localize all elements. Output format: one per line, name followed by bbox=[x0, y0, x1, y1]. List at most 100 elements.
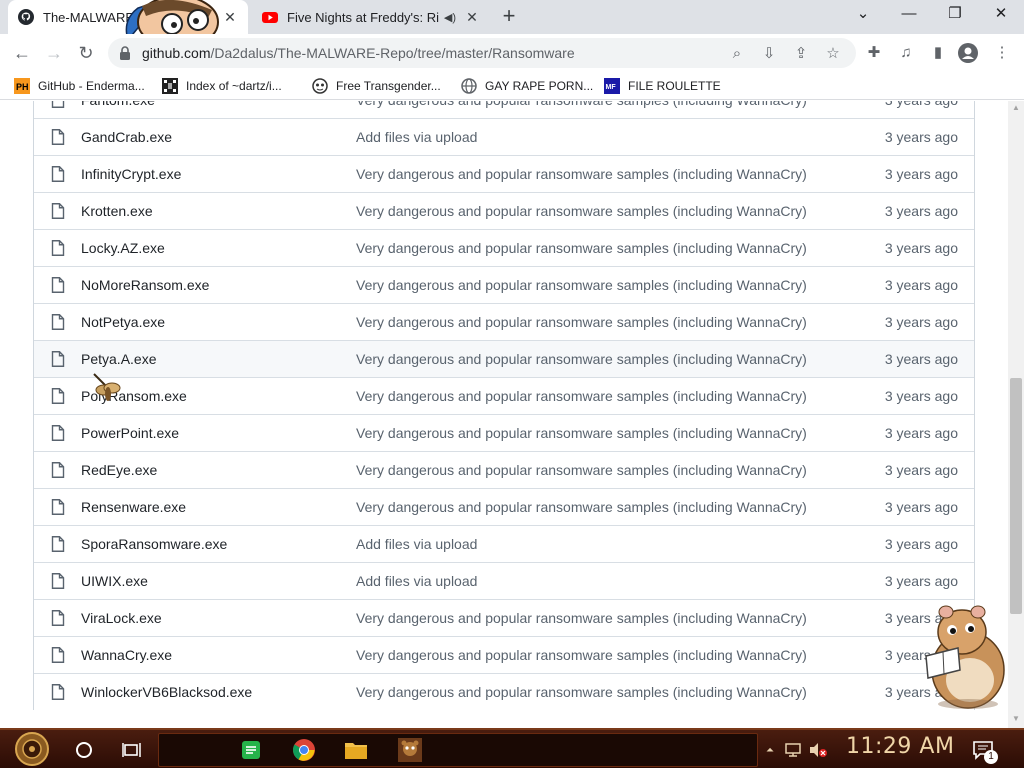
taskbar-clock[interactable]: 11:29 AM bbox=[846, 734, 954, 759]
scroll-up-arrow-icon[interactable]: ▲ bbox=[1008, 101, 1024, 115]
lock-icon[interactable] bbox=[118, 45, 132, 61]
tab-youtube[interactable]: Five Nights at Freddy's: Ri ◀) ✕ bbox=[252, 0, 490, 34]
tab-search-button[interactable]: ⌄ bbox=[840, 0, 886, 30]
minimize-button[interactable]: — bbox=[886, 0, 932, 30]
bookmark-free-transgender[interactable]: Free Transgender... bbox=[312, 76, 441, 96]
notes-app-icon[interactable] bbox=[238, 734, 264, 766]
url-path: /Da2dalus/The-MALWARE-Repo/tree/master/R… bbox=[210, 45, 575, 61]
file-row[interactable]: PowerPoint.exe Very dangerous and popular… bbox=[34, 414, 974, 451]
file-row[interactable]: Locky.AZ.exe Very dangerous and popular r… bbox=[34, 229, 974, 266]
search-circle-icon[interactable] bbox=[70, 734, 98, 766]
file-name-link[interactable]: WinlockerVB6Blacksod.exe bbox=[81, 684, 252, 700]
file-name-link[interactable]: GandCrab.exe bbox=[81, 129, 172, 145]
file-name-link[interactable]: PowerPoint.exe bbox=[81, 425, 179, 441]
bookmark-file-roulette[interactable]: MF FILE ROULETTE bbox=[604, 76, 721, 96]
file-name-link[interactable]: Fantom.exe bbox=[81, 101, 155, 108]
file-row[interactable]: WinlockerVB6Blacksod.exe Very dangerous a… bbox=[34, 673, 974, 710]
file-name-link[interactable]: Locky.AZ.exe bbox=[81, 240, 165, 256]
commit-message-link[interactable]: Very dangerous and popular ransomware sa… bbox=[356, 203, 807, 219]
menu-kebab-icon[interactable]: ⋮ bbox=[992, 43, 1012, 63]
file-row[interactable]: ViraLock.exe Very dangerous and popular r… bbox=[34, 599, 974, 636]
forward-icon[interactable]: → bbox=[42, 41, 66, 65]
bookmark-github-enderman[interactable]: PH GitHub - Enderma... bbox=[14, 76, 145, 96]
file-name-link[interactable]: UIWIX.exe bbox=[81, 573, 148, 589]
restore-button[interactable]: ❐ bbox=[932, 0, 978, 30]
file-explorer-icon[interactable] bbox=[342, 734, 370, 766]
bookmark-index-of-dartz[interactable]: Index of ~dartz/i... bbox=[162, 76, 282, 96]
commit-age: 3 years ago bbox=[884, 314, 958, 330]
file-row[interactable]: RedEye.exe Very dangerous and popular ran… bbox=[34, 451, 974, 488]
close-tab-icon[interactable]: ✕ bbox=[464, 9, 480, 25]
file-row[interactable]: Fantom.exe Very dangerous and popular ran… bbox=[34, 101, 974, 118]
commit-message-link[interactable]: Very dangerous and popular ransomware sa… bbox=[356, 166, 807, 182]
file-name-link[interactable]: ViraLock.exe bbox=[81, 610, 162, 626]
close-window-button[interactable]: ✕ bbox=[978, 0, 1024, 30]
side-panel-icon[interactable]: ▮ bbox=[928, 43, 948, 63]
file-row[interactable]: InfinityCrypt.exe Very dangerous and popu… bbox=[34, 155, 974, 192]
commit-message-link[interactable]: Very dangerous and popular ransomware sa… bbox=[356, 314, 807, 330]
file-row[interactable]: NotPetya.exe Very dangerous and popular r… bbox=[34, 303, 974, 340]
file-name-link[interactable]: RedEye.exe bbox=[81, 462, 157, 478]
file-row[interactable]: GandCrab.exe Add files via upload 3 years … bbox=[34, 118, 974, 155]
network-icon[interactable] bbox=[784, 742, 802, 758]
task-view-icon[interactable] bbox=[118, 734, 146, 766]
volume-muted-icon[interactable] bbox=[808, 742, 828, 758]
file-row[interactable]: UIWIX.exe Add files via upload 3 years ago bbox=[34, 562, 974, 599]
bookmark-star-icon[interactable]: ☆ bbox=[824, 45, 842, 63]
commit-message-link[interactable]: Very dangerous and popular ransomware sa… bbox=[356, 101, 807, 108]
commit-age: 3 years ago bbox=[884, 240, 958, 256]
file-name-link[interactable]: WannaCry.exe bbox=[81, 647, 172, 663]
extensions-icon[interactable]: ✚ bbox=[864, 43, 884, 63]
commit-message-link[interactable]: Very dangerous and popular ransomware sa… bbox=[356, 425, 807, 441]
commit-message-link[interactable]: Very dangerous and popular ransomware sa… bbox=[356, 277, 807, 293]
profile-avatar-icon[interactable] bbox=[958, 43, 978, 63]
file-row[interactable]: Rensenware.exe Very dangerous and popular… bbox=[34, 488, 974, 525]
commit-message-link[interactable]: Very dangerous and popular ransomware sa… bbox=[356, 684, 807, 700]
scrollbar-thumb[interactable] bbox=[1010, 378, 1022, 614]
file-row[interactable]: SporaRansomware.exe Add files via upload 3… bbox=[34, 525, 974, 562]
commit-message-link[interactable]: Very dangerous and popular ransomware sa… bbox=[356, 240, 807, 256]
address-bar[interactable]: github.com/Da2dalus/The-MALWARE-Repo/tre… bbox=[108, 38, 856, 68]
new-tab-button[interactable]: + bbox=[498, 5, 520, 28]
install-app-icon[interactable]: ⇩ bbox=[760, 45, 778, 63]
bookmark-label: GitHub - Enderma... bbox=[38, 79, 145, 93]
speaker-icon[interactable]: ◀) bbox=[444, 11, 456, 24]
close-tab-icon[interactable]: ✕ bbox=[222, 9, 238, 25]
tray-chevron-icon[interactable]: ⏶ bbox=[766, 745, 774, 756]
commit-message-link[interactable]: Add files via upload bbox=[356, 129, 477, 145]
file-name-link[interactable]: Rensenware.exe bbox=[81, 499, 186, 515]
file-icon bbox=[51, 166, 65, 182]
commit-message-link[interactable]: Add files via upload bbox=[356, 536, 477, 552]
bookmark-globe[interactable]: GAY RAPE PORN... bbox=[461, 76, 593, 96]
file-name-link[interactable]: NoMoreRansom.exe bbox=[81, 277, 209, 293]
youtube-icon bbox=[262, 12, 278, 23]
start-button[interactable] bbox=[10, 731, 54, 767]
file-name-link[interactable]: Krotten.exe bbox=[81, 203, 153, 219]
commit-message-link[interactable]: Very dangerous and popular ransomware sa… bbox=[356, 610, 807, 626]
file-row[interactable]: Petya.A.exe Very dangerous and popular ra… bbox=[34, 340, 974, 377]
scroll-down-arrow-icon[interactable]: ▼ bbox=[1008, 712, 1024, 726]
media-control-icon[interactable]: ♫ bbox=[896, 43, 916, 63]
commit-message-link[interactable]: Very dangerous and popular ransomware sa… bbox=[356, 499, 807, 515]
commit-message-link[interactable]: Very dangerous and popular ransomware sa… bbox=[356, 647, 807, 663]
fnaf-game-icon[interactable] bbox=[396, 734, 424, 766]
file-name-link[interactable]: Petya.A.exe bbox=[81, 351, 157, 367]
file-name-link[interactable]: SporaRansomware.exe bbox=[81, 536, 227, 552]
file-row[interactable]: NoMoreRansom.exe Very dangerous and popul… bbox=[34, 266, 974, 303]
back-icon[interactable]: ← bbox=[10, 41, 34, 65]
file-icon bbox=[51, 314, 65, 330]
commit-message-link[interactable]: Very dangerous and popular ransomware sa… bbox=[356, 351, 807, 367]
commit-message-link[interactable]: Very dangerous and popular ransomware sa… bbox=[356, 462, 807, 478]
chrome-app-icon[interactable] bbox=[290, 734, 318, 766]
commit-message-link[interactable]: Add files via upload bbox=[356, 573, 477, 589]
file-row[interactable]: Krotten.exe Very dangerous and popular ra… bbox=[34, 192, 974, 229]
file-row[interactable]: WannaCry.exe Very dangerous and popular r… bbox=[34, 636, 974, 673]
search-icon[interactable]: ⌕ bbox=[728, 45, 746, 63]
file-row[interactable]: PolyRansom.exe Very dangerous and popular… bbox=[34, 377, 974, 414]
share-icon[interactable]: ⇪ bbox=[792, 45, 810, 63]
reload-icon[interactable]: ↻ bbox=[74, 41, 98, 65]
bookmark-label: FILE ROULETTE bbox=[628, 79, 721, 93]
file-name-link[interactable]: NotPetya.exe bbox=[81, 314, 165, 330]
commit-message-link[interactable]: Very dangerous and popular ransomware sa… bbox=[356, 388, 807, 404]
file-name-link[interactable]: InfinityCrypt.exe bbox=[81, 166, 181, 182]
